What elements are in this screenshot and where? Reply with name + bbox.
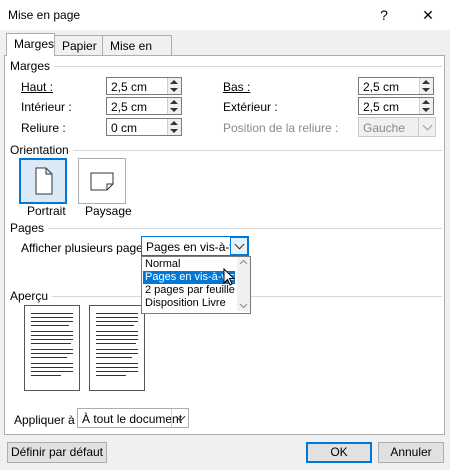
portrait-label: Portrait [27,204,66,218]
chevron-down-icon[interactable] [171,409,188,427]
interieur-spinner[interactable]: 2,5 cm [106,97,182,115]
orientation-group-title: Orientation [10,143,73,157]
tab-marges[interactable]: Marges [6,33,55,56]
pages-divider [10,228,442,229]
position-reliure-value: Gauche [363,121,406,135]
cancel-button[interactable]: Annuler [378,442,444,463]
spinner-arrows[interactable] [167,119,181,135]
orientation-divider [10,150,442,151]
ok-button[interactable]: OK [306,442,372,463]
mouse-cursor-icon [223,268,236,286]
window-title: Mise en page [8,8,81,22]
reliure-spinner[interactable]: 0 cm [106,118,182,136]
dropdown-option-2-pages[interactable]: 2 pages par feuille [143,284,235,297]
spinner-arrows[interactable] [419,98,433,114]
appliquer-select[interactable]: À tout le document [77,408,189,428]
position-reliure-select: Gauche [358,117,436,137]
exterieur-label: Extérieur : [223,100,278,114]
dropdown-option-normal[interactable]: Normal [143,258,235,271]
bas-label: Bas : [223,80,251,94]
close-button[interactable]: ✕ [406,0,450,30]
spinner-arrows[interactable] [419,78,433,94]
landscape-icon [90,172,114,191]
bas-value: 2,5 cm [363,80,400,94]
title-bar: Mise en page ? ✕ [0,0,450,30]
apercu-group-title: Aperçu [10,289,53,303]
scroll-arrows-icon [239,259,248,309]
afficher-pages-select[interactable]: Pages en vis-à-vis [141,236,249,256]
chevron-down-icon[interactable] [230,237,248,255]
afficher-pages-label: Afficher plusieurs pages : [21,241,156,255]
dropdown-option-livre[interactable]: Disposition Livre [143,297,235,310]
spinner-arrows[interactable] [167,78,181,94]
bas-spinner[interactable]: 2,5 cm [358,77,434,95]
set-default-button[interactable]: Définir par défaut [7,442,107,463]
marges-group-title: Marges [10,59,55,73]
help-button[interactable]: ? [362,0,406,30]
reliure-value: 0 cm [111,121,138,135]
pages-group-title: Pages [10,221,49,235]
appliquer-value: À tout le document [82,412,183,426]
tab-papier[interactable]: Papier [55,35,103,55]
dropdown-option-vis-a-vis[interactable]: Pages en vis-à-vis [143,271,235,284]
portrait-button[interactable] [19,158,67,204]
spinner-arrows[interactable] [167,98,181,114]
interieur-value: 2,5 cm [111,100,148,114]
preview-page-right [89,305,145,391]
chevron-down-icon [418,118,435,136]
haut-label: Haut : [21,80,54,94]
marges-divider [10,66,442,67]
exterieur-value: 2,5 cm [363,100,400,114]
interieur-label: Intérieur : [21,100,72,114]
portrait-icon [35,167,53,195]
paysage-button[interactable] [78,158,126,204]
haut-value: 2,5 cm [111,80,148,94]
dropdown-scrollbar[interactable] [237,257,250,311]
reliure-label: Reliure : [21,121,66,135]
paysage-label: Paysage [85,204,132,218]
haut-spinner[interactable]: 2,5 cm [106,77,182,95]
position-reliure-label: Position de la reliure : [223,121,339,135]
exterieur-spinner[interactable]: 2,5 cm [358,97,434,115]
tab-mise-en-page[interactable]: Mise en page [102,35,172,73]
preview-page-left [24,305,80,391]
appliquer-label: Appliquer à : [14,413,82,427]
